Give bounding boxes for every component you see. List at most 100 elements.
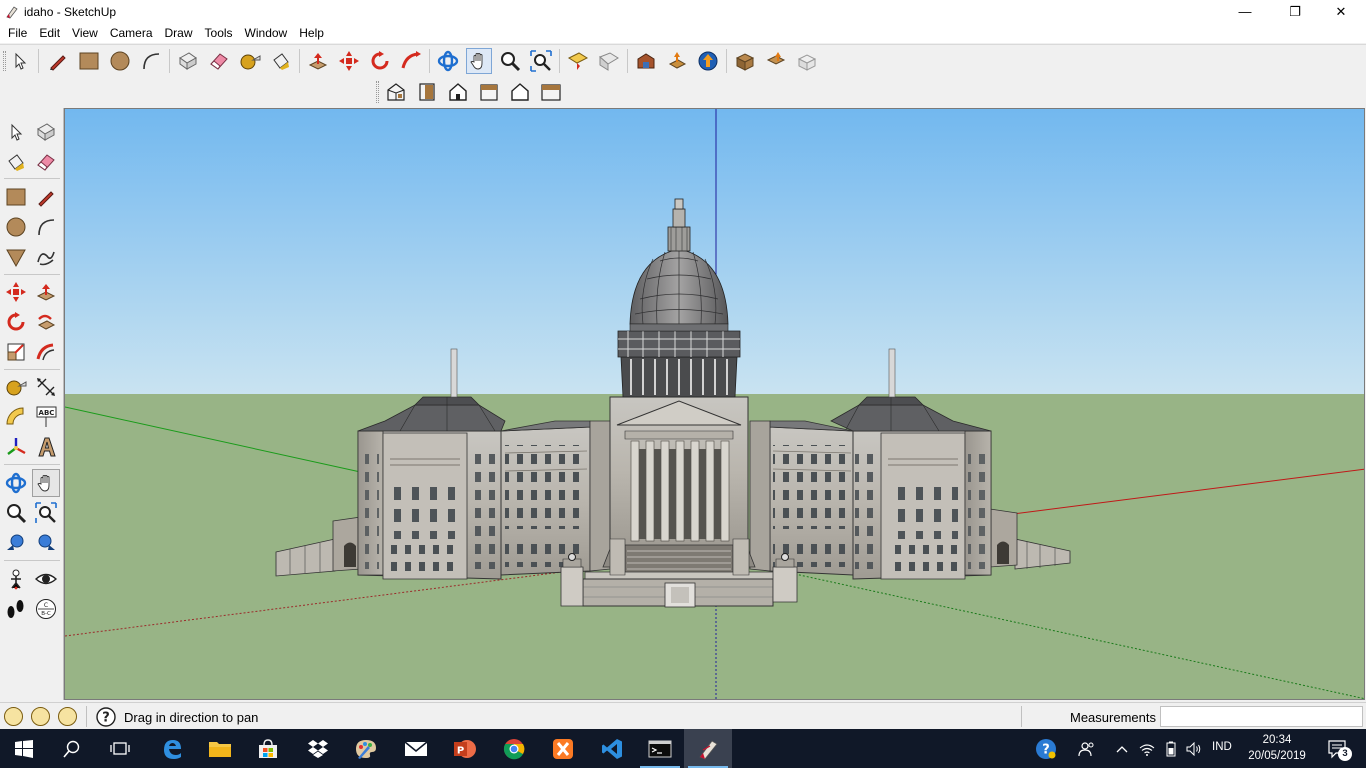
powerpoint-app[interactable]: P <box>441 729 489 768</box>
pan-icon[interactable] <box>466 48 492 74</box>
wifi-icon[interactable] <box>1136 729 1158 768</box>
toggle-terrain-icon[interactable] <box>596 48 622 74</box>
add-location-icon[interactable] <box>565 48 591 74</box>
axes-tool-icon[interactable] <box>2 433 30 461</box>
next-view-icon[interactable] <box>32 529 60 557</box>
restore-button[interactable]: ❐ <box>1272 0 1318 23</box>
minimize-button[interactable]: — <box>1222 0 1268 23</box>
dropbox-app[interactable] <box>294 729 342 768</box>
file-explorer-app[interactable] <box>196 729 244 768</box>
start-button[interactable] <box>0 729 48 768</box>
iso-view-icon[interactable] <box>383 79 409 105</box>
clock[interactable]: 20:34 20/05/2019 <box>1240 732 1314 764</box>
menu-camera[interactable]: Camera <box>104 23 159 43</box>
language-indicator[interactable]: IND <box>1212 741 1232 753</box>
vscode-app[interactable] <box>588 729 636 768</box>
toolbar-grip[interactable] <box>376 81 379 103</box>
tray-help-icon[interactable]: ? <box>1032 729 1060 768</box>
upload-icon[interactable] <box>695 48 721 74</box>
menu-file[interactable]: File <box>2 23 33 43</box>
mail-app[interactable] <box>392 729 440 768</box>
position-camera-tool-icon[interactable] <box>2 565 30 593</box>
eraser-tool-icon[interactable] <box>32 148 60 176</box>
arc-tool-icon[interactable] <box>32 213 60 241</box>
offset-tool-icon[interactable] <box>32 338 60 366</box>
share-component-icon[interactable] <box>664 48 690 74</box>
sketchup-app[interactable] <box>684 729 732 768</box>
volume-icon[interactable] <box>1183 729 1205 768</box>
move-icon[interactable] <box>336 48 362 74</box>
model-viewport[interactable] <box>64 108 1365 700</box>
text-tool-icon[interactable]: ABC <box>32 403 60 431</box>
select-icon[interactable] <box>7 48 33 74</box>
menu-edit[interactable]: Edit <box>33 23 66 43</box>
section-plane-tool-icon[interactable]: C B-C <box>32 595 60 623</box>
left-view-icon[interactable] <box>538 79 564 105</box>
3d-warehouse-icon[interactable] <box>633 48 659 74</box>
rotate-icon[interactable] <box>367 48 393 74</box>
menu-help[interactable]: Help <box>293 23 330 43</box>
menu-view[interactable]: View <box>66 23 104 43</box>
line-tool-icon[interactable] <box>32 183 60 211</box>
rotate-tool-icon[interactable] <box>2 308 30 336</box>
menu-draw[interactable]: Draw <box>159 23 199 43</box>
follow-me-tool-icon[interactable] <box>32 308 60 336</box>
scale-tool-icon[interactable] <box>2 338 30 366</box>
orbit-tool-icon[interactable] <box>2 469 30 497</box>
polygon-tool-icon[interactable] <box>2 243 30 271</box>
help-icon[interactable]: ? <box>96 707 116 727</box>
paint-bucket-tool-icon[interactable] <box>2 148 30 176</box>
people-icon[interactable] <box>1074 729 1100 768</box>
back-view-icon[interactable] <box>507 79 533 105</box>
chrome-app[interactable] <box>490 729 538 768</box>
move-tool-icon[interactable] <box>2 278 30 306</box>
send-to-layout-icon[interactable] <box>763 48 789 74</box>
select-tool-icon[interactable] <box>2 118 30 146</box>
measurements-input[interactable] <box>1160 706 1363 727</box>
zoom-tool-icon[interactable] <box>2 499 30 527</box>
search-button[interactable] <box>48 729 96 768</box>
rectangle-tool-icon[interactable] <box>2 183 30 211</box>
menu-window[interactable]: Window <box>239 23 294 43</box>
orbit-icon[interactable] <box>435 48 461 74</box>
paint-bucket-icon[interactable] <box>268 48 294 74</box>
push-pull-tool-icon[interactable] <box>32 278 60 306</box>
action-center-button[interactable]: 3 <box>1318 729 1358 768</box>
rectangle-icon[interactable] <box>76 48 102 74</box>
previous-view-icon[interactable] <box>2 529 30 557</box>
follow-me-icon[interactable] <box>398 48 424 74</box>
xampp-app[interactable] <box>539 729 587 768</box>
close-button[interactable]: ✕ <box>1318 0 1364 23</box>
make-component-tool-icon[interactable] <box>32 118 60 146</box>
terminal-app[interactable] <box>636 729 684 768</box>
edge-app[interactable] <box>148 729 196 768</box>
ext-manager-icon[interactable] <box>794 48 820 74</box>
extension-warehouse-icon[interactable] <box>732 48 758 74</box>
eraser-icon[interactable] <box>206 48 232 74</box>
tape-measure-icon[interactable] <box>237 48 263 74</box>
push-pull-icon[interactable] <box>305 48 331 74</box>
look-around-tool-icon[interactable] <box>32 565 60 593</box>
top-view-icon[interactable] <box>414 79 440 105</box>
user-account-icon[interactable] <box>58 707 77 726</box>
paint-app[interactable] <box>342 729 390 768</box>
credits-icon[interactable] <box>31 707 50 726</box>
task-view-button[interactable] <box>96 729 144 768</box>
pan-tool-icon[interactable] <box>32 469 60 497</box>
zoom-extents-icon[interactable] <box>528 48 554 74</box>
arc-icon[interactable] <box>138 48 164 74</box>
front-view-icon[interactable] <box>445 79 471 105</box>
dimension-tool-icon[interactable] <box>32 373 60 401</box>
walk-tool-icon[interactable] <box>2 595 30 623</box>
protractor-tool-icon[interactable] <box>2 403 30 431</box>
menu-tools[interactable]: Tools <box>199 23 239 43</box>
zoom-window-tool-icon[interactable] <box>32 499 60 527</box>
toolbar-grip[interactable] <box>3 51 6 71</box>
battery-icon[interactable] <box>1160 729 1182 768</box>
freehand-tool-icon[interactable] <box>32 243 60 271</box>
geolocation-icon[interactable] <box>4 707 23 726</box>
3d-text-tool-icon[interactable] <box>32 433 60 461</box>
circle-tool-icon[interactable] <box>2 213 30 241</box>
show-hidden-icons-icon[interactable] <box>1112 729 1132 768</box>
circle-icon[interactable] <box>107 48 133 74</box>
